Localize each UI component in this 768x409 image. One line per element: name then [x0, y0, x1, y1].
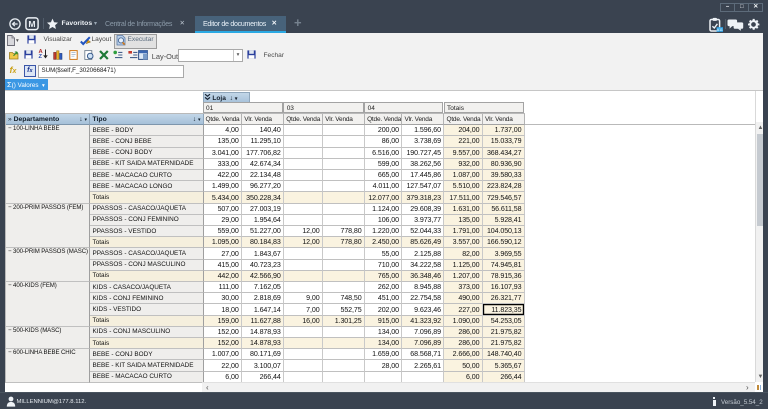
- svg-text:M: M: [28, 19, 35, 29]
- svg-text:A11: A11: [717, 28, 723, 32]
